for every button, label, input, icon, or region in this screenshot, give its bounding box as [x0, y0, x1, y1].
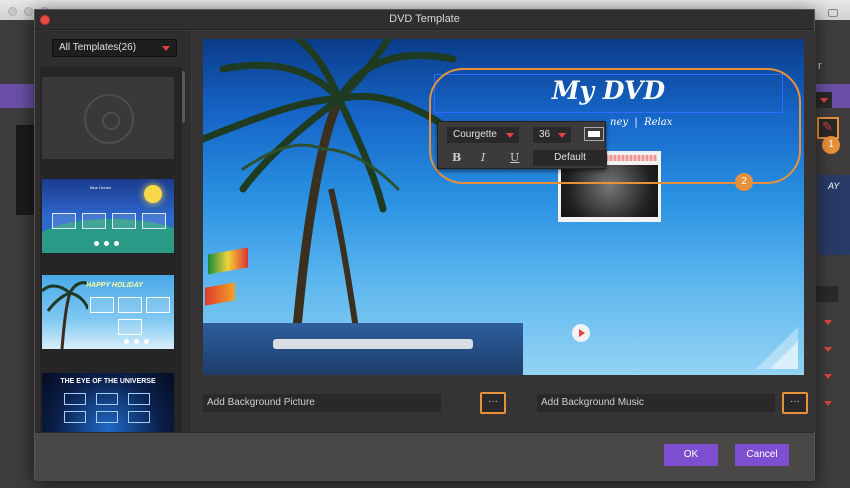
step-badge-1: 1: [822, 136, 840, 154]
dialog-title: DVD Template: [389, 13, 460, 25]
dialog-footer: OK Cancel: [35, 432, 814, 481]
dialog-titlebar: DVD Template: [35, 10, 814, 30]
template-list: Blue Dream HAPPY HOLIDAY THE EYE OF THE …: [40, 67, 182, 432]
chevron-down-icon[interactable]: [824, 320, 832, 325]
app-right-field[interactable]: [814, 286, 838, 302]
window-minimize-dot[interactable]: [24, 7, 33, 16]
app-right-label: r: [818, 60, 822, 72]
font-color-swatch[interactable]: [584, 127, 604, 141]
template-item-eye-of-universe[interactable]: THE EYE OF THE UNIVERSE: [42, 373, 174, 432]
app-right-dropdown[interactable]: [814, 92, 832, 108]
preview-panel: My DVD ney | Relax Courgette 36 B I U De…: [192, 31, 816, 432]
font-size-select[interactable]: 36: [533, 127, 571, 143]
menu-preview-canvas[interactable]: My DVD ney | Relax Courgette 36 B I U De…: [203, 39, 804, 375]
template-filter-select[interactable]: All Templates(26): [52, 39, 177, 57]
browse-picture-button[interactable]: ···: [480, 392, 506, 414]
template-thumb-text: Blue Dream: [90, 185, 112, 190]
template-item-blank[interactable]: [42, 77, 174, 159]
app-right-thumbnail-text: AY: [828, 181, 840, 191]
background-picture-field[interactable]: Add Background Picture: [203, 394, 441, 412]
italic-button[interactable]: I: [481, 151, 485, 164]
chevron-down-icon[interactable]: [824, 347, 832, 352]
palm-tree-icon: [42, 281, 88, 349]
font-size-value: 36: [539, 129, 551, 140]
play-icon[interactable]: [572, 324, 590, 342]
app-right-thumbnail: AY: [818, 175, 850, 255]
moon-icon: [144, 185, 162, 203]
background-music-field[interactable]: Add Background Music: [537, 394, 775, 412]
template-thumb-text: HAPPY HOLIDAY: [86, 282, 143, 289]
underline-button[interactable]: U: [510, 151, 519, 164]
step-badge-2: 2: [735, 173, 753, 191]
template-item-happy-holiday[interactable]: HAPPY HOLIDAY: [42, 275, 174, 349]
disc-icon: [84, 94, 134, 144]
template-thumb-text: THE EYE OF THE UNIVERSE: [60, 378, 156, 385]
template-panel: All Templates(26) Blue Dream HAPPY HOLID…: [35, 31, 191, 432]
boat-image: [203, 323, 523, 375]
window-close-dot[interactable]: [8, 7, 17, 16]
chevron-down-icon: [558, 133, 566, 138]
bold-button[interactable]: B: [452, 151, 461, 164]
default-font-button[interactable]: Default: [533, 150, 607, 166]
template-filter-label: All Templates(26): [59, 42, 137, 53]
font-family-value: Courgette: [453, 129, 497, 140]
font-toolbar: Courgette 36 B I U Default: [437, 121, 607, 169]
chevron-down-icon[interactable]: [824, 374, 832, 379]
chevron-down-icon: [162, 46, 170, 51]
dvd-template-dialog: DVD Template All Templates(26) Blue Drea…: [34, 9, 816, 481]
app-toolbar-band-left: [0, 84, 34, 108]
chat-icon[interactable]: [828, 9, 838, 17]
app-left-preview: [16, 125, 34, 215]
chevron-down-icon[interactable]: [824, 401, 832, 406]
ok-button[interactable]: OK: [664, 444, 718, 466]
corner-decoration: [756, 327, 798, 369]
font-family-select[interactable]: Courgette: [447, 127, 519, 143]
chevron-down-icon: [506, 133, 514, 138]
template-item-blue-dream[interactable]: Blue Dream: [42, 179, 174, 253]
cancel-button[interactable]: Cancel: [735, 444, 789, 466]
browse-music-button[interactable]: ···: [782, 392, 808, 414]
